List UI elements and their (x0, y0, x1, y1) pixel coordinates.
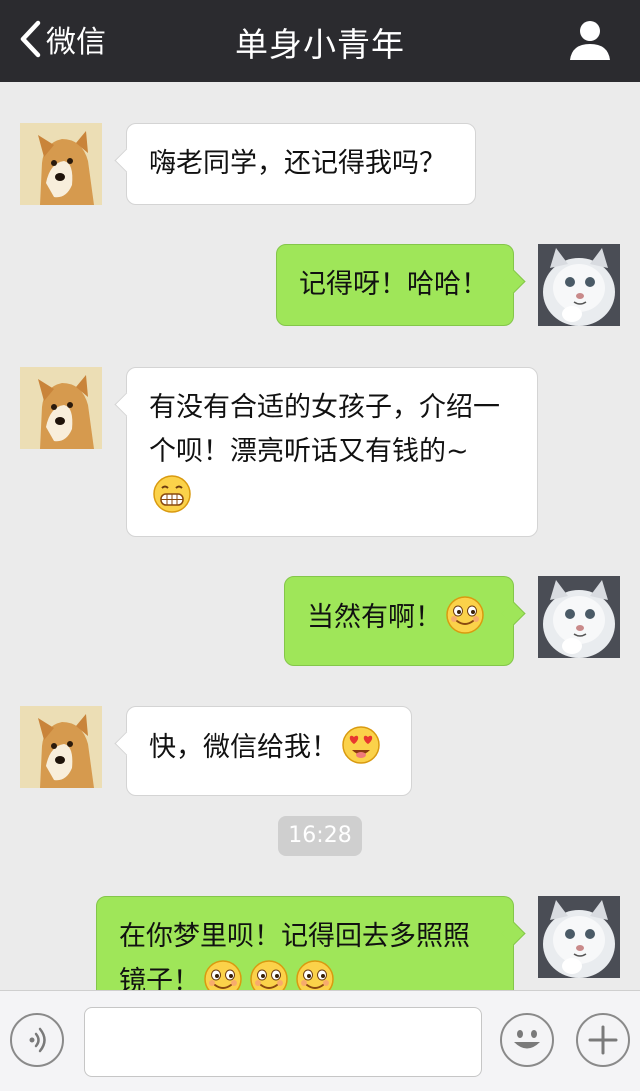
avatar[interactable] (538, 576, 620, 658)
grin-emoji-icon (152, 474, 192, 514)
emoji-button[interactable] (500, 1013, 554, 1067)
smile-emoji-icon (445, 595, 485, 635)
avatar[interactable] (538, 244, 620, 326)
message-text: 记得呀！哈哈！ (299, 269, 488, 300)
message-text: 镜子！ (119, 966, 200, 990)
input-bar (0, 990, 640, 1091)
message-text: 快，微信给我！ (149, 732, 338, 763)
message-bubble[interactable]: 有没有合适的女孩子，介绍一 个呗！漂亮听话又有钱的~ (126, 367, 538, 537)
message-text: 在你梦里呗！记得回去多照照 (119, 921, 470, 952)
message-bubble[interactable]: 快，微信给我！ (126, 706, 412, 796)
header-bar: 微信 单身小青年 (0, 0, 640, 82)
avatar[interactable] (20, 367, 102, 449)
message-text: 当然有啊！ (307, 602, 442, 633)
message-bubble[interactable]: 记得呀！哈哈！ (276, 244, 514, 326)
plus-icon (578, 1015, 628, 1065)
voice-button[interactable] (10, 1013, 64, 1067)
profile-button[interactable] (568, 18, 612, 62)
plus-button[interactable] (576, 1013, 630, 1067)
message-input[interactable] (84, 1007, 482, 1077)
smile-emoji-icon (295, 959, 335, 990)
smile-emoji-icon (249, 959, 289, 990)
avatar[interactable] (538, 896, 620, 978)
page-title: 单身小青年 (235, 25, 405, 64)
message-text: 嗨老同学，还记得我吗？ (149, 148, 446, 179)
avatar[interactable] (20, 706, 102, 788)
message-bubble[interactable]: 在你梦里呗！记得回去多照照 镜子！ (96, 896, 514, 990)
message-bubble[interactable]: 嗨老同学，还记得我吗？ (126, 123, 476, 205)
timestamp: 16:28 (278, 816, 362, 856)
voice-icon (12, 1015, 62, 1065)
chat-area[interactable]: 嗨老同学，还记得我吗？ 记得呀！哈哈！ 有没有合适的女孩子，介绍一 个呗！漂亮听… (0, 82, 640, 990)
avatar[interactable] (20, 123, 102, 205)
message-text: 个呗！漂亮听话又有钱的~ (149, 436, 469, 467)
smile-emoji-icon (203, 959, 243, 990)
message-bubble[interactable]: 当然有啊！ (284, 576, 514, 666)
person-icon (568, 21, 612, 66)
message-text: 有没有合适的女孩子，介绍一 (149, 392, 500, 423)
heart-eyes-emoji-icon (341, 725, 381, 765)
emoji-icon (502, 1015, 552, 1065)
